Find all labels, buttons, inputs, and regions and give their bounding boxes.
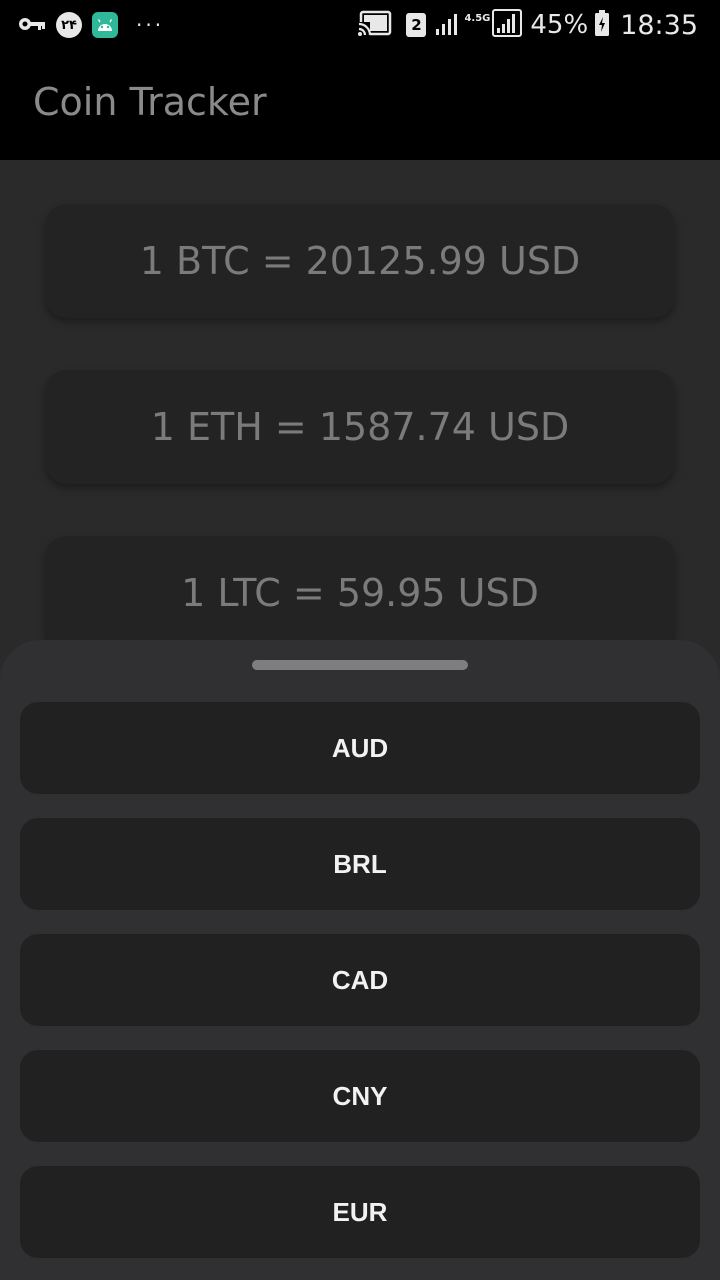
status-bar: ۲۴ ··· 2 4.5G 45% 18:35 bbox=[0, 0, 720, 50]
currency-option-brl[interactable]: BRL bbox=[20, 818, 700, 910]
rate-text: 1 ETH = 1587.74 USD bbox=[150, 405, 570, 449]
rate-text: 1 LTC = 59.95 USD bbox=[181, 571, 539, 615]
currency-option-label: BRL bbox=[333, 848, 387, 879]
currency-option-eur[interactable]: EUR bbox=[20, 1166, 700, 1258]
status-bar-right: 2 4.5G 45% 18:35 bbox=[358, 8, 698, 42]
android-icon bbox=[92, 12, 118, 38]
screen: ۲۴ ··· 2 4.5G 45% 18:35 Coin Tracker 1 B… bbox=[0, 0, 720, 1280]
sim-indicator: 2 bbox=[406, 13, 427, 37]
rate-card-btc: 1 BTC = 20125.99 USD bbox=[45, 204, 675, 318]
network-type: 4.5G bbox=[464, 13, 491, 24]
rate-card-eth: 1 ETH = 1587.74 USD bbox=[45, 370, 675, 484]
battery-charging-icon bbox=[594, 10, 610, 40]
key-icon bbox=[18, 16, 46, 35]
cast-icon bbox=[358, 10, 392, 40]
drag-handle[interactable] bbox=[252, 660, 468, 670]
app-title: Coin Tracker bbox=[33, 80, 267, 124]
currency-option-label: CNY bbox=[332, 1080, 388, 1111]
currency-option-label: EUR bbox=[332, 1196, 388, 1227]
signal-icon-2 bbox=[492, 9, 523, 41]
notification-badge: ۲۴ bbox=[56, 12, 82, 38]
currency-option-label: AUD bbox=[331, 732, 389, 763]
currency-option-label: CAD bbox=[331, 964, 389, 995]
clock: 18:35 bbox=[620, 9, 698, 41]
currency-option-aud[interactable]: AUD bbox=[20, 702, 700, 794]
signal-icon bbox=[436, 11, 462, 39]
more-dots-icon: ··· bbox=[136, 13, 165, 37]
battery-percent: 45% bbox=[530, 10, 589, 40]
app-bar: Coin Tracker bbox=[0, 50, 720, 160]
rate-text: 1 BTC = 20125.99 USD bbox=[139, 239, 581, 283]
currency-option-cad[interactable]: CAD bbox=[20, 934, 700, 1026]
currency-option-cny[interactable]: CNY bbox=[20, 1050, 700, 1142]
currency-bottom-sheet: AUD BRL CAD CNY EUR bbox=[0, 640, 720, 1280]
rate-card-ltc: 1 LTC = 59.95 USD bbox=[45, 536, 675, 650]
status-bar-left: ۲۴ ··· bbox=[18, 10, 164, 40]
